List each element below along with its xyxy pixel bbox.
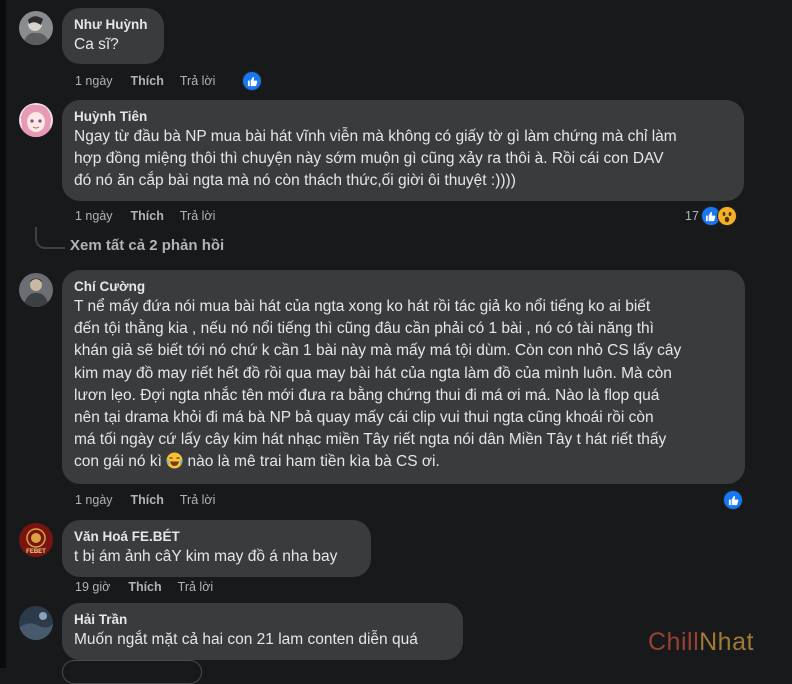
- comment-author[interactable]: Huỳnh Tiên: [74, 108, 732, 125]
- comment-author[interactable]: Như Huỳnh: [74, 16, 152, 33]
- reaction-badge[interactable]: [242, 71, 262, 91]
- comment-author[interactable]: Hải Trần: [74, 611, 451, 628]
- avatar[interactable]: [19, 11, 53, 45]
- comment-bubble: Như Huỳnh Ca sĩ?: [62, 8, 164, 64]
- like-button[interactable]: Thích: [131, 74, 164, 88]
- comment-text: t bị ám ảnh câY kim may đồ á nha bay: [74, 548, 338, 565]
- like-button[interactable]: Thích: [131, 209, 164, 223]
- reply-button[interactable]: Trả lời: [180, 74, 216, 88]
- comment-bubble: Huỳnh Tiên Ngay từ đầu bà NP mua bài hát…: [62, 100, 744, 201]
- comment-text-part: T nể mấy đứa nói mua bài hát của ngta xo…: [74, 298, 682, 471]
- avatar[interactable]: FEBET: [19, 523, 53, 557]
- reply-button[interactable]: Trả lời: [180, 493, 216, 507]
- comment-text: Muốn ngắt mặt cả hai con 21 lam conten d…: [74, 631, 418, 648]
- comment-text: Ngay từ đầu bà NP mua bài hát vĩnh viễn …: [74, 128, 677, 190]
- comment-time[interactable]: 1 ngày: [75, 493, 113, 507]
- comment-bubble: Chí Cường T nể mấy đứa nói mua bài hát c…: [62, 270, 745, 484]
- like-reaction-icon: [242, 71, 262, 91]
- comment-actions: 1 ngày Thích Trả lời: [75, 209, 231, 223]
- like-reaction-icon: [723, 490, 743, 510]
- like-button[interactable]: Thích: [131, 493, 164, 507]
- left-edge-strip: [0, 0, 6, 668]
- comment-time[interactable]: 1 ngày: [75, 209, 113, 223]
- comment-author[interactable]: Văn Hoá FE.BÉT: [74, 528, 359, 545]
- comment-text: T nể mấy đứa nói mua bài hát của ngta xo…: [74, 296, 733, 477]
- thread-connector: [35, 227, 65, 249]
- comment-actions: 1 ngày Thích Trả lời: [75, 493, 231, 507]
- avatar[interactable]: [19, 606, 53, 640]
- like-button[interactable]: Thích: [128, 580, 161, 594]
- reply-input-edge[interactable]: [62, 660, 202, 684]
- avatar[interactable]: [19, 103, 53, 137]
- comment-text: Ca sĩ?: [74, 36, 119, 53]
- comment-bubble: Hải Trần Muốn ngắt mặt cả hai con 21 lam…: [62, 603, 463, 660]
- reply-button[interactable]: Trả lời: [180, 209, 216, 223]
- laughing-emoji-icon: [166, 452, 183, 476]
- comment-author[interactable]: Chí Cường: [74, 278, 733, 295]
- reaction-badge[interactable]: [723, 490, 743, 510]
- wow-reaction-icon: [716, 206, 737, 226]
- comment-actions: 19 giờ Thích Trả lời: [75, 580, 229, 594]
- avatar[interactable]: [19, 273, 53, 307]
- comment-time[interactable]: 1 ngày: [75, 74, 113, 88]
- watermark-logo: ChillNhat: [648, 628, 754, 656]
- svg-text:FEBET: FEBET: [26, 549, 46, 555]
- reaction-count: 17: [685, 209, 699, 223]
- comment-text-part: nào là mê trai ham tiền kìa bà CS ơi.: [183, 453, 440, 471]
- comment-bubble: Văn Hoá FE.BÉT t bị ám ảnh câY kim may đ…: [62, 520, 371, 577]
- comment-actions: 1 ngày Thích Trả lời: [75, 74, 231, 88]
- comment-time[interactable]: 19 giờ: [75, 580, 110, 594]
- reply-button[interactable]: Trả lời: [178, 580, 214, 594]
- see-replies-link[interactable]: Xem tất cả 2 phản hồi: [70, 237, 224, 254]
- reaction-badge[interactable]: 17: [685, 206, 737, 226]
